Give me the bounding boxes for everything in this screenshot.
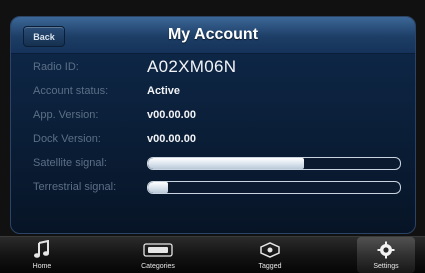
- satellite-signal-meter: [147, 157, 401, 170]
- account-status-label: Account status:: [33, 85, 109, 97]
- device-frame: My Account Back Radio ID: A02XM06N Accou…: [0, 0, 425, 273]
- page-title: My Account: [167, 26, 259, 43]
- app-version-label: App. Version:: [33, 109, 99, 121]
- terrestrial-signal-fill: [148, 182, 169, 193]
- app-version-row: App. Version: v00.00.00: [11, 103, 415, 127]
- tag-icon: [255, 239, 285, 261]
- tab-bar: Home Categories Tagged Settings: [0, 236, 425, 273]
- dock-version-row: Dock Version: v00.00.00: [11, 127, 415, 151]
- radio-id-row: Radio ID: A02XM06N: [11, 55, 415, 79]
- title-bar: My Account Back: [11, 17, 415, 54]
- sxm-logo-icon: [143, 239, 173, 261]
- music-note-icon: [27, 239, 57, 261]
- account-status-value: Active: [147, 85, 181, 97]
- tab-home-label: Home: [32, 263, 52, 270]
- satellite-signal-row: Satellite signal:: [11, 151, 415, 175]
- terrestrial-signal-label: Terrestrial signal:: [33, 181, 117, 193]
- back-button[interactable]: Back: [23, 26, 65, 47]
- account-status-row: Account status: Active: [11, 79, 415, 103]
- account-screen: My Account Back Radio ID: A02XM06N Accou…: [10, 16, 416, 234]
- tab-tagged[interactable]: Tagged: [245, 237, 295, 273]
- tab-tagged-label: Tagged: [258, 263, 282, 270]
- tab-home[interactable]: Home: [18, 237, 66, 273]
- radio-id-label: Radio ID:: [33, 61, 79, 73]
- satellite-signal-label: Satellite signal:: [33, 157, 107, 169]
- tab-settings-label: Settings: [373, 263, 399, 270]
- tab-settings[interactable]: Settings: [357, 237, 415, 273]
- terrestrial-signal-row: Terrestrial signal:: [11, 175, 415, 199]
- radio-id-value: A02XM06N: [147, 57, 237, 76]
- tab-categories[interactable]: Categories: [126, 237, 190, 273]
- dock-version-label: Dock Version:: [33, 133, 101, 145]
- terrestrial-signal-meter: [147, 181, 401, 194]
- app-version-value: v00.00.00: [147, 109, 196, 121]
- gear-icon: [371, 239, 401, 261]
- dock-version-value: v00.00.00: [147, 133, 196, 145]
- tab-categories-label: Categories: [141, 263, 175, 270]
- satellite-signal-fill: [148, 158, 305, 169]
